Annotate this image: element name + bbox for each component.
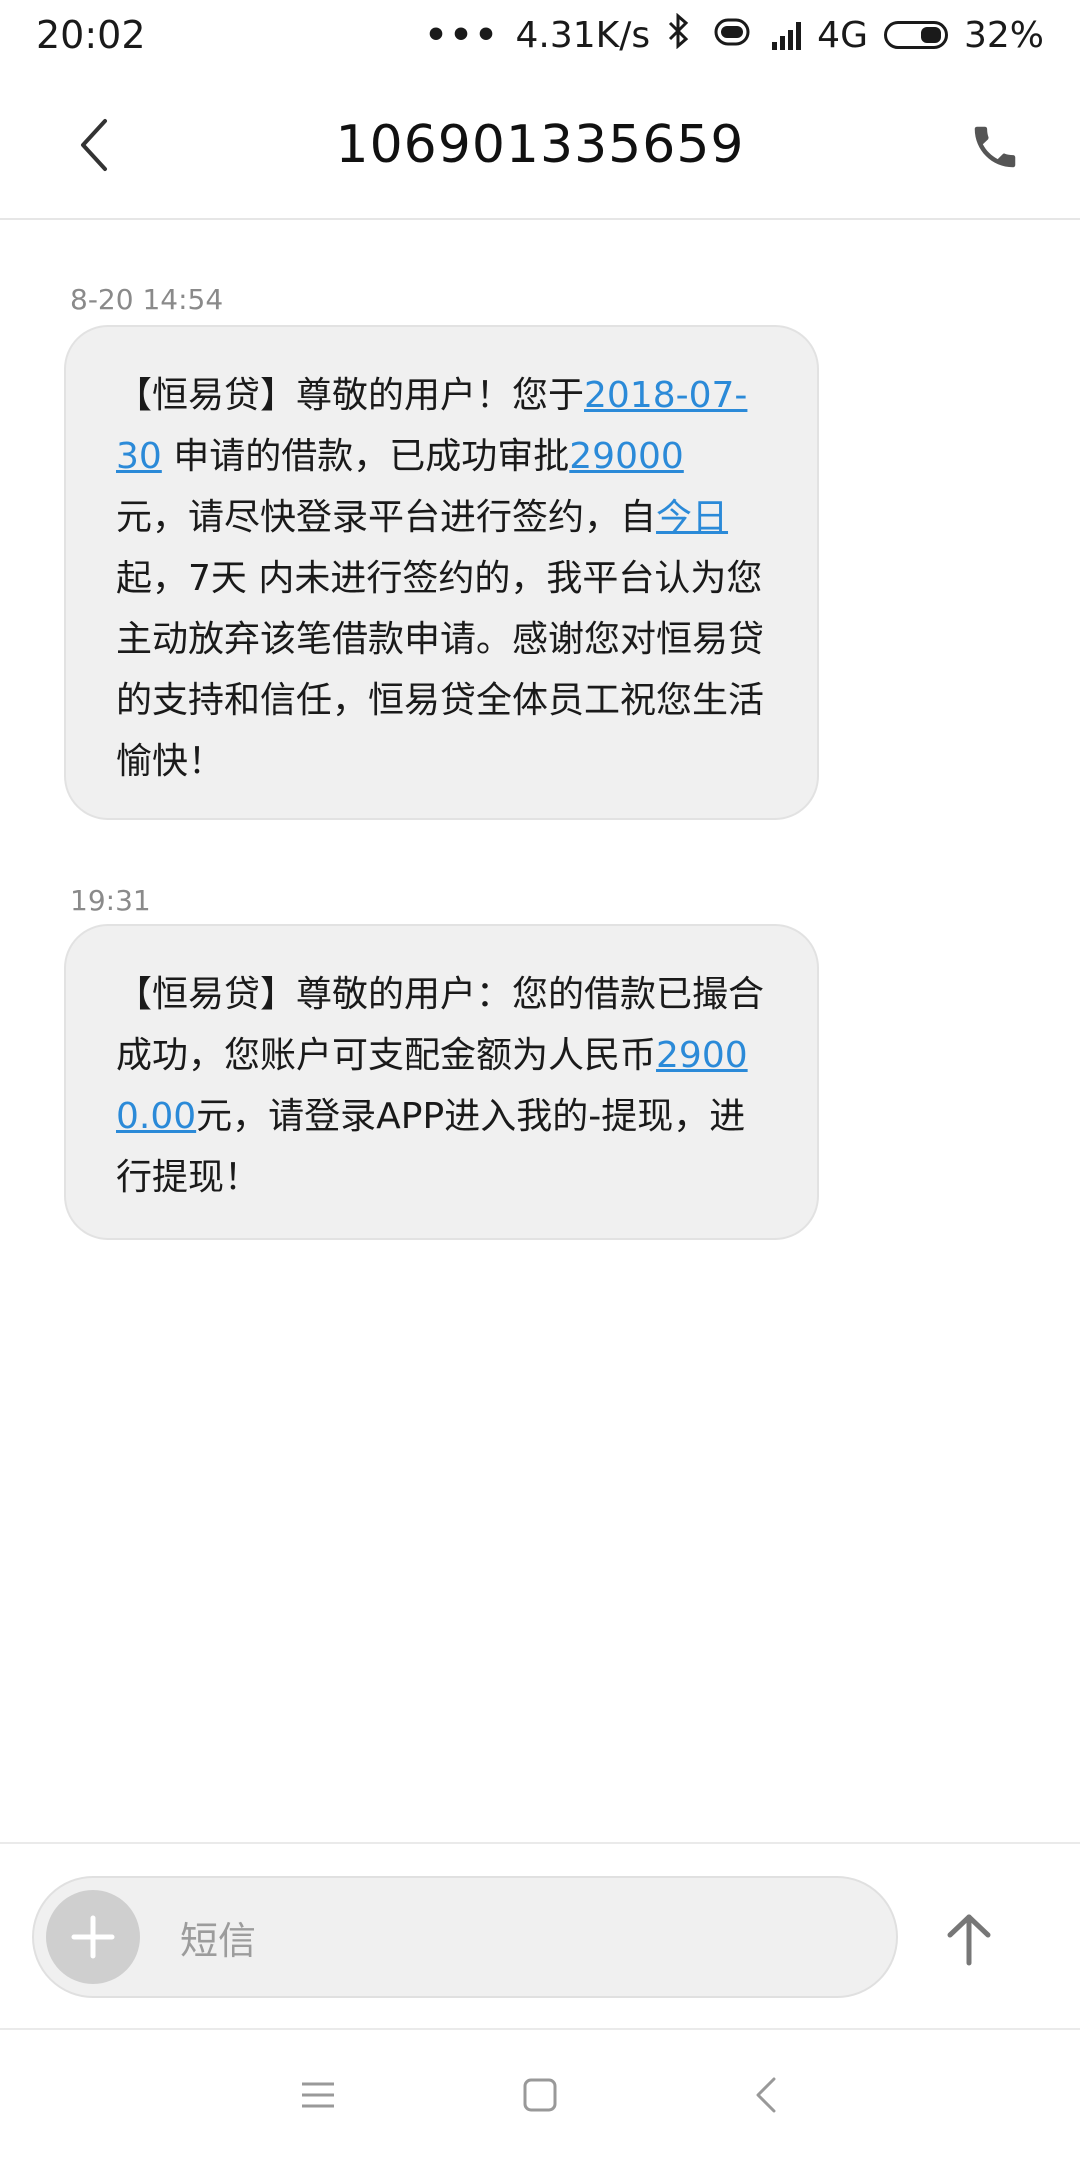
message-text: 元，请登录APP进入我的-提现，进行提现！	[116, 1096, 746, 1198]
network-speed: 4.31K/s	[515, 14, 651, 56]
status-bar: 20:02 ••• 4.31K/s 4G 32%	[0, 0, 1080, 70]
message-timestamp: 8-20 14:54	[70, 283, 224, 316]
send-button[interactable]	[924, 1894, 1014, 1984]
message-text: 元，请尽快登录平台进行签约，自	[116, 497, 657, 538]
vibrate-icon	[708, 15, 756, 56]
system-navigation-bar	[0, 2030, 1080, 2160]
number-link[interactable]: 29000	[569, 436, 684, 477]
composer-bar: 短信	[0, 1842, 1080, 2030]
battery-icon	[883, 21, 948, 49]
message-text: 申请的借款，已成功审批	[161, 436, 570, 477]
chevron-left-icon	[756, 2077, 776, 2113]
menu-button[interactable]	[288, 2065, 348, 2125]
call-button[interactable]	[960, 112, 1030, 182]
phone-icon	[974, 126, 1016, 168]
message-text: 【恒易贷】尊敬的用户！您于	[116, 375, 585, 416]
network-type: 4G	[817, 14, 868, 56]
battery-level: 32%	[963, 14, 1044, 56]
message-timestamp: 19:31	[70, 884, 151, 917]
back-arrow-icon	[81, 119, 107, 171]
status-time: 20:02	[36, 13, 146, 57]
menu-icon	[302, 2082, 334, 2108]
back-button[interactable]	[60, 110, 130, 180]
message-bubble[interactable]: 【恒易贷】尊敬的用户：您的借款已撮合成功，您账户可支配金额为人民币29000.0…	[64, 924, 819, 1240]
message-text: 起，7天 内未进行签约的，我平台认为您主动放弃该笔借款申请。感谢您对恒易贷的支持…	[116, 558, 765, 782]
input-placeholder: 短信	[180, 1918, 257, 1963]
plus-icon	[71, 1915, 115, 1959]
date-link[interactable]: 今日	[656, 497, 728, 538]
status-indicators: ••• 4.31K/s 4G 32%	[424, 12, 1044, 58]
conversation-header: 106901335659	[0, 70, 1080, 220]
up-arrow-icon	[947, 1914, 991, 1966]
add-attachment-button[interactable]	[46, 1890, 140, 1984]
message-bubble[interactable]: 【恒易贷】尊敬的用户！您于2018-07-30 申请的借款，已成功审批29000…	[64, 325, 819, 820]
nav-back-button[interactable]	[736, 2065, 796, 2125]
sms-conversation-screen: 20:02 ••• 4.31K/s 4G 32% 106901335659 8-…	[0, 0, 1080, 2160]
bluetooth-icon	[666, 12, 692, 58]
home-button[interactable]	[510, 2065, 570, 2125]
home-icon	[523, 2078, 557, 2112]
signal-icon	[772, 20, 802, 50]
more-notifications-icon: •••	[424, 14, 500, 56]
contact-number-title: 106901335659	[335, 115, 745, 175]
message-input[interactable]: 短信	[32, 1876, 898, 1998]
